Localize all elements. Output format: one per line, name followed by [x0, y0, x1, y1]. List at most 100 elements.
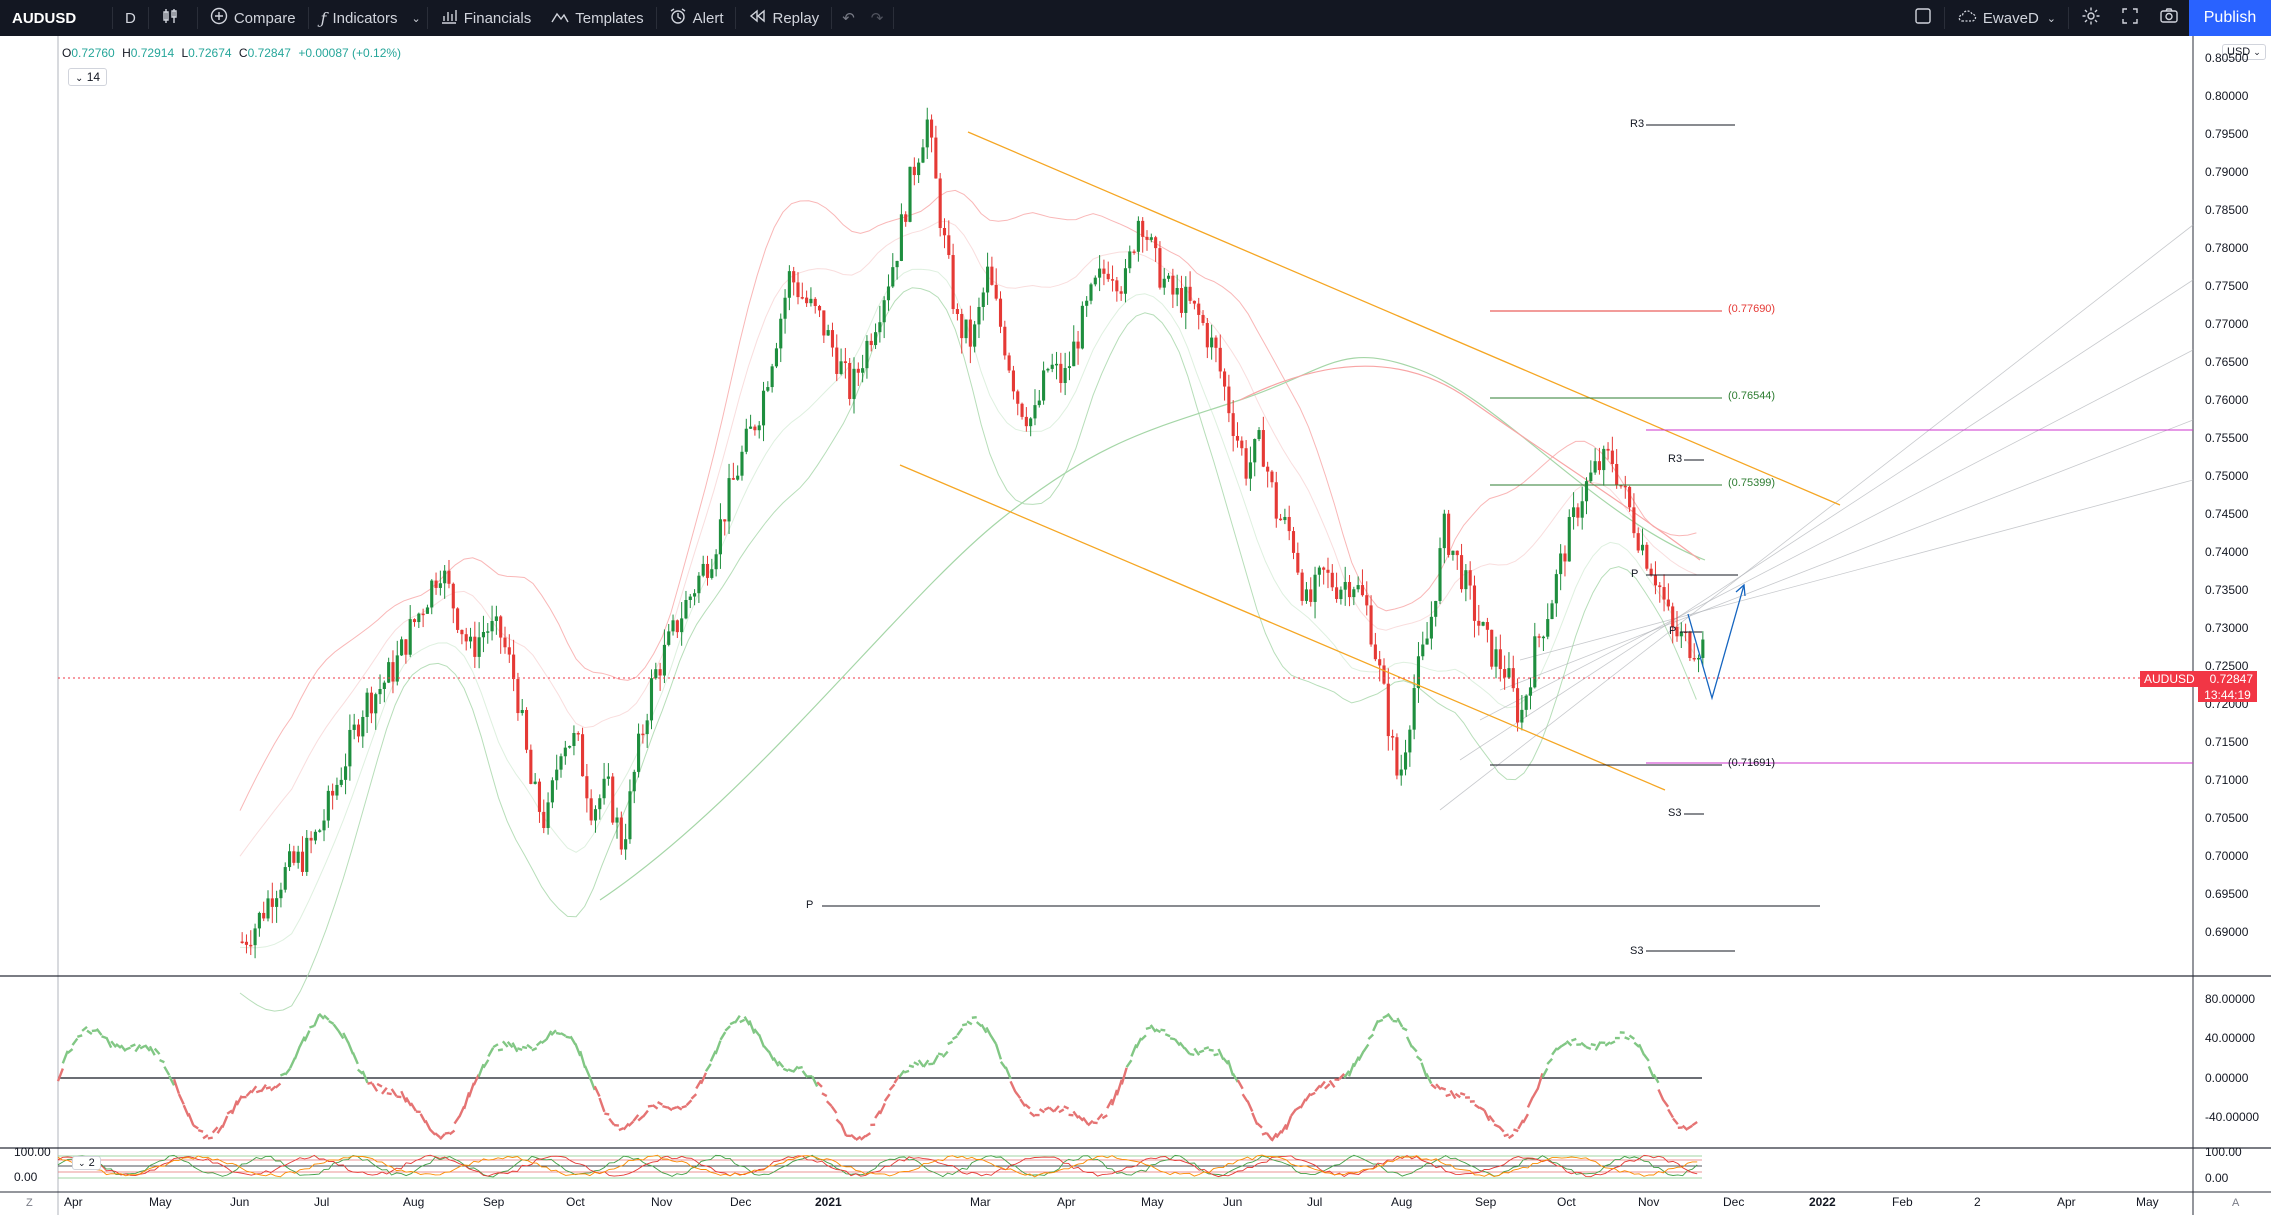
close-label: C: [238, 46, 248, 60]
candle-body: [1447, 513, 1451, 555]
candle-body: [430, 580, 434, 608]
oscillator-segment: [192, 1124, 199, 1130]
time-tick-label: 2: [1974, 1195, 1981, 1209]
candle-body: [1412, 688, 1416, 730]
oscillator-segment: [1072, 1110, 1080, 1119]
candle-body: [1688, 632, 1692, 658]
oscillator-segment: [1043, 1106, 1050, 1111]
oscillator-segment: [622, 1122, 630, 1131]
candle-body: [632, 771, 636, 792]
oscillator-segment: [434, 1132, 441, 1139]
candle-body: [287, 851, 292, 868]
time-tick-label: Jul: [314, 1195, 330, 1209]
oscillator-segment: [657, 1101, 663, 1106]
candle-body: [822, 310, 826, 336]
chart-canvas[interactable]: [0, 0, 2271, 1215]
oscillator-segment: [840, 1123, 848, 1137]
candle-body: [1335, 587, 1339, 600]
candle-body: [318, 830, 322, 832]
candle-body: [1567, 517, 1571, 562]
candle-body: [667, 631, 671, 645]
oscillator-segment: [1058, 1108, 1065, 1114]
pivot-s3-mid: S3: [1668, 807, 1682, 819]
bollinger-bands: [239, 189, 1706, 1012]
oscillator-segment: [1082, 1116, 1089, 1126]
oscillator-segment: [1571, 1037, 1577, 1042]
oscillator-segment: [76, 1034, 83, 1038]
oscillator-segment: [1667, 1108, 1675, 1119]
candle-body: [339, 779, 343, 785]
oscillator-segment: [235, 1095, 243, 1106]
channel-upper-line: [967, 131, 1841, 506]
oscillator-segment: [1474, 1103, 1481, 1110]
candle-body: [921, 147, 925, 163]
oscillator-segment: [922, 1059, 930, 1068]
candle-body: [296, 851, 300, 863]
pitchfork-line: [1479, 349, 2194, 721]
candle-body: [1623, 485, 1627, 488]
auto-scale-corner[interactable]: A: [2232, 1197, 2239, 1209]
candle-body: [757, 425, 761, 431]
candle-body: [658, 669, 662, 676]
oscillator-segment: [825, 1100, 833, 1107]
oscillator-segment: [1531, 1088, 1539, 1098]
oscillator-segment: [908, 1064, 915, 1069]
timezone-corner[interactable]: Z: [26, 1197, 33, 1209]
candle-body: [938, 178, 942, 229]
candle-body: [391, 662, 395, 682]
candle-body: [873, 332, 878, 346]
open-label: O: [62, 46, 72, 60]
oscillator-segment: [467, 1082, 475, 1098]
oscillator-segment: [501, 1040, 509, 1048]
oscillator-segment: [424, 1119, 432, 1131]
oscillator-segment: [1217, 1048, 1225, 1061]
candle-body: [279, 889, 283, 899]
candle-body: [1024, 416, 1028, 427]
oscillator-segment: [1155, 1028, 1162, 1034]
indicator-legend-toggle[interactable]: ⌄ 14: [68, 68, 108, 86]
oscillator-segment: [574, 1043, 582, 1057]
low-value: 0.72674: [188, 46, 232, 60]
candle-body: [1610, 450, 1614, 464]
oscillator-segment: [1130, 1044, 1138, 1057]
oscillator-segment: [187, 1112, 195, 1126]
price-tick-label: 0.77500: [2205, 279, 2249, 293]
countdown-value: 13:44:19: [2204, 688, 2251, 702]
oscillator-segment: [1347, 1062, 1355, 1077]
oscillator-segment: [1556, 1044, 1563, 1051]
candle-body: [576, 732, 580, 735]
candle-body: [1322, 567, 1326, 570]
candle-body: [740, 451, 744, 476]
oscillator-segment: [1478, 1106, 1486, 1112]
candle-body: [908, 166, 912, 222]
candle-body: [1227, 386, 1231, 414]
oscillator-segment: [1362, 1043, 1370, 1053]
candle-body: [942, 228, 947, 236]
price-tick-label: 0.80500: [2205, 51, 2249, 65]
high-value: 0.72914: [130, 46, 175, 60]
candle-body: [593, 809, 598, 821]
candle-body: [947, 235, 951, 256]
oscillator-segment: [1357, 1050, 1365, 1062]
candle-body: [662, 644, 666, 676]
oscillator-segment: [1208, 1048, 1214, 1052]
oscillator-segment: [1546, 1057, 1553, 1065]
candle-body: [1692, 657, 1696, 660]
candle-body: [1119, 291, 1123, 294]
oscillator-segment: [1691, 1120, 1698, 1127]
last-price-value: 0.72847: [2209, 672, 2253, 686]
candle-body: [981, 292, 985, 307]
candle-body: [1110, 279, 1115, 281]
oscillator-segment: [690, 1093, 698, 1100]
oscillator-segment: [932, 1054, 940, 1065]
candle-body: [1291, 531, 1296, 553]
oscillator-segment: [148, 1045, 156, 1056]
candle-body: [589, 798, 593, 821]
candle-body: [1076, 341, 1080, 349]
price-tick-label: 0.78500: [2205, 203, 2249, 217]
open-value: 0.72760: [71, 46, 115, 60]
candle-body: [417, 613, 421, 623]
oscillator-segment: [298, 1036, 306, 1048]
lower-indicator-toggle[interactable]: ⌄ 2: [72, 1156, 101, 1170]
oscillator-segment: [1009, 1080, 1017, 1093]
